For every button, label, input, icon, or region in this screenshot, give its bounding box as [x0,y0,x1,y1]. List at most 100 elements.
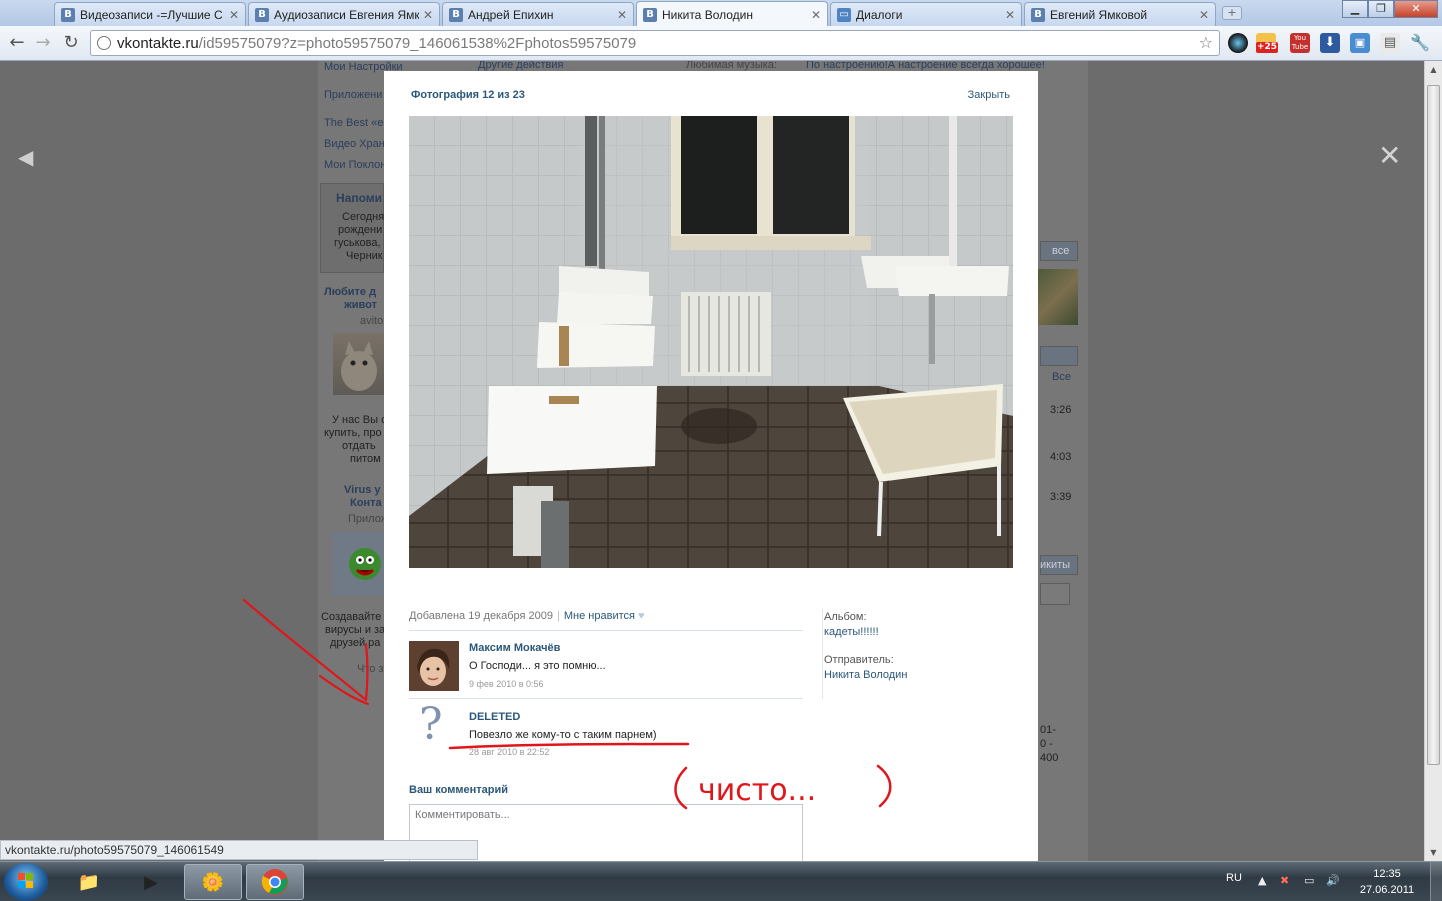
bookmark-star-icon[interactable]: ☆ [1199,33,1213,52]
other-actions-link[interactable]: Другие действия [478,61,563,71]
start-button[interactable] [4,863,48,901]
tab-videos[interactable]: B Видеозаписи -=Лучшие С ✕ [54,2,246,26]
network-alert-icon[interactable]: ✖ [1280,874,1289,887]
vk-favicon: B [255,7,269,22]
tab-title: Андрей Епихин [468,7,554,22]
ad-title[interactable]: Любите д [324,286,376,298]
status-bar-url: vkontakte.ru/photo59575079_146061549 [0,840,478,860]
scroll-down-icon[interactable]: ▼ [1425,844,1442,861]
ad-title[interactable]: живот [344,299,377,311]
right-header-box [1040,346,1078,366]
main-photo[interactable] [409,116,1013,568]
comment-date[interactable]: 9 фев 2010 в 0:56 [469,679,544,689]
clock-time: 12:35 [1373,868,1401,880]
explorer-taskbar-icon[interactable]: 📁 [60,864,118,900]
new-tab-button[interactable]: + [1222,6,1242,20]
added-line: Добавлена 19 декабря 2009 | Мне нравится ♥ [409,610,645,622]
weather-badge: +25 [1256,42,1279,53]
back-arrow-icon[interactable]: ← [6,32,28,54]
ad-text: вирусы и за [325,624,386,636]
left-menu-item[interactable]: Видео Хран [324,138,385,150]
tab-nikita-active[interactable]: B Никита Володин ✕ [636,1,828,27]
left-menu-item[interactable]: Мои Поклон [324,159,386,171]
page-scrollbar[interactable]: ▲ ▼ [1424,61,1442,861]
like-link[interactable]: Мне нравится [564,610,635,622]
comment-date[interactable]: 28 авг 2010 в 22:52 [469,747,549,757]
virus-image[interactable] [333,532,385,596]
close-tab-icon[interactable]: ✕ [811,8,821,22]
ad-text: У нас Вы с [332,414,387,426]
maximize-icon[interactable]: ❐ [1368,0,1394,18]
tab-evgeniy[interactable]: B Евгений Ямковой ✕ [1024,2,1216,26]
meta-divider [822,609,823,699]
youtube-extension-icon[interactable]: You Tube [1290,33,1310,53]
download-extension-icon[interactable]: ⬇ [1320,33,1340,53]
kitten-image[interactable] [333,333,385,395]
close-tab-icon[interactable]: ✕ [1199,8,1209,22]
chrome-taskbar-icon[interactable] [246,864,304,900]
ad-title[interactable]: Конта [350,497,382,509]
close-tab-icon[interactable]: ✕ [229,8,239,22]
close-viewer-icon[interactable]: ✕ [1378,139,1401,172]
monitor-icon[interactable]: ▭ [1304,874,1314,887]
scroll-up-icon[interactable]: ▲ [1425,61,1442,78]
album-label: Альбом: [824,611,867,623]
chat-favicon: ▭ [837,7,851,22]
close-tab-icon[interactable]: ✕ [617,8,627,22]
sender-link[interactable]: Никита Володин [824,669,1024,681]
left-menu-item[interactable]: Приложени [324,89,382,101]
show-hidden-icons-icon[interactable]: ▲ [1258,874,1266,887]
right-all-link[interactable]: Все [1052,371,1071,383]
right-number: 01- [1040,724,1056,736]
album-link[interactable]: кадеты!!!!!! [824,626,1024,638]
previous-photo-arrow-icon[interactable]: ◀ [18,145,33,169]
language-indicator[interactable]: RU [1226,872,1242,884]
ad-title[interactable]: Virus у [344,484,381,496]
left-menu-item[interactable]: The Best «е [324,117,383,129]
extension-camera-icon[interactable] [1228,33,1248,53]
window-controls: ▁ ❐ ✕ [1342,0,1438,18]
heart-icon[interactable]: ♥ [638,610,645,622]
window-close-icon[interactable]: ✕ [1394,0,1438,18]
page-menu-icon[interactable]: ▤ [1380,33,1400,53]
ad-source: Прилож [348,513,389,525]
show-desktop-button[interactable] [1430,862,1442,901]
tab-title: Аудиозаписи Евгения Ямк [274,7,419,22]
scroll-thumb[interactable] [1427,85,1440,765]
minimize-icon[interactable]: ▁ [1342,0,1368,18]
image-extension-icon[interactable]: ▣ [1350,33,1370,53]
sender-label: Отправитель: [824,654,894,666]
friend-photo[interactable] [1038,269,1078,325]
ad-text: друзей ра [330,637,381,649]
right-number: 0 - [1040,738,1053,750]
tab-dialogs[interactable]: ▭ Диалоги ✕ [830,2,1022,26]
volume-icon[interactable]: 🔊 [1326,874,1340,887]
close-link[interactable]: Закрыть [968,89,1010,101]
forward-arrow-icon[interactable]: → [32,32,54,54]
close-tab-icon[interactable]: ✕ [1005,8,1015,22]
right-textarea[interactable] [1040,583,1070,605]
avatar[interactable] [409,641,459,691]
right-section-title: икиты [1040,559,1071,571]
reminder-line: рождени [338,224,383,236]
windows-logo-icon [18,873,33,888]
tab-andrey[interactable]: B Андрей Епихин ✕ [442,2,634,26]
close-tab-icon[interactable]: ✕ [423,8,433,22]
comment-author[interactable]: Максим Мокачёв [469,642,560,654]
music-value: По настроению!А настроение всегда хороше… [806,61,1045,71]
media-player-taskbar-icon[interactable]: ▶ [122,864,180,900]
wrench-icon[interactable]: 🔧 [1410,33,1430,53]
reminder-title: Напоми [336,191,383,205]
right-all-link[interactable]: все [1052,245,1069,257]
ad-text: Создавайте [321,611,382,623]
flower-app-taskbar-icon[interactable]: 🌼 [184,864,242,900]
your-comment-title: Ваш комментарий [409,784,509,796]
tab-audio[interactable]: B Аудиозаписи Евгения Ямк ✕ [248,2,440,26]
comment-author[interactable]: DELETED [469,711,520,723]
globe-icon [97,36,111,50]
taskbar-clock[interactable]: 12:35 27.06.2011 [1352,866,1422,898]
reload-icon[interactable]: ↻ [60,32,82,54]
ad-source: avito [360,315,384,327]
address-bar[interactable]: vkontakte.ru/id59575079?z=photo59575079_… [90,30,1220,56]
weather-extension[interactable]: +25 [1256,33,1279,53]
